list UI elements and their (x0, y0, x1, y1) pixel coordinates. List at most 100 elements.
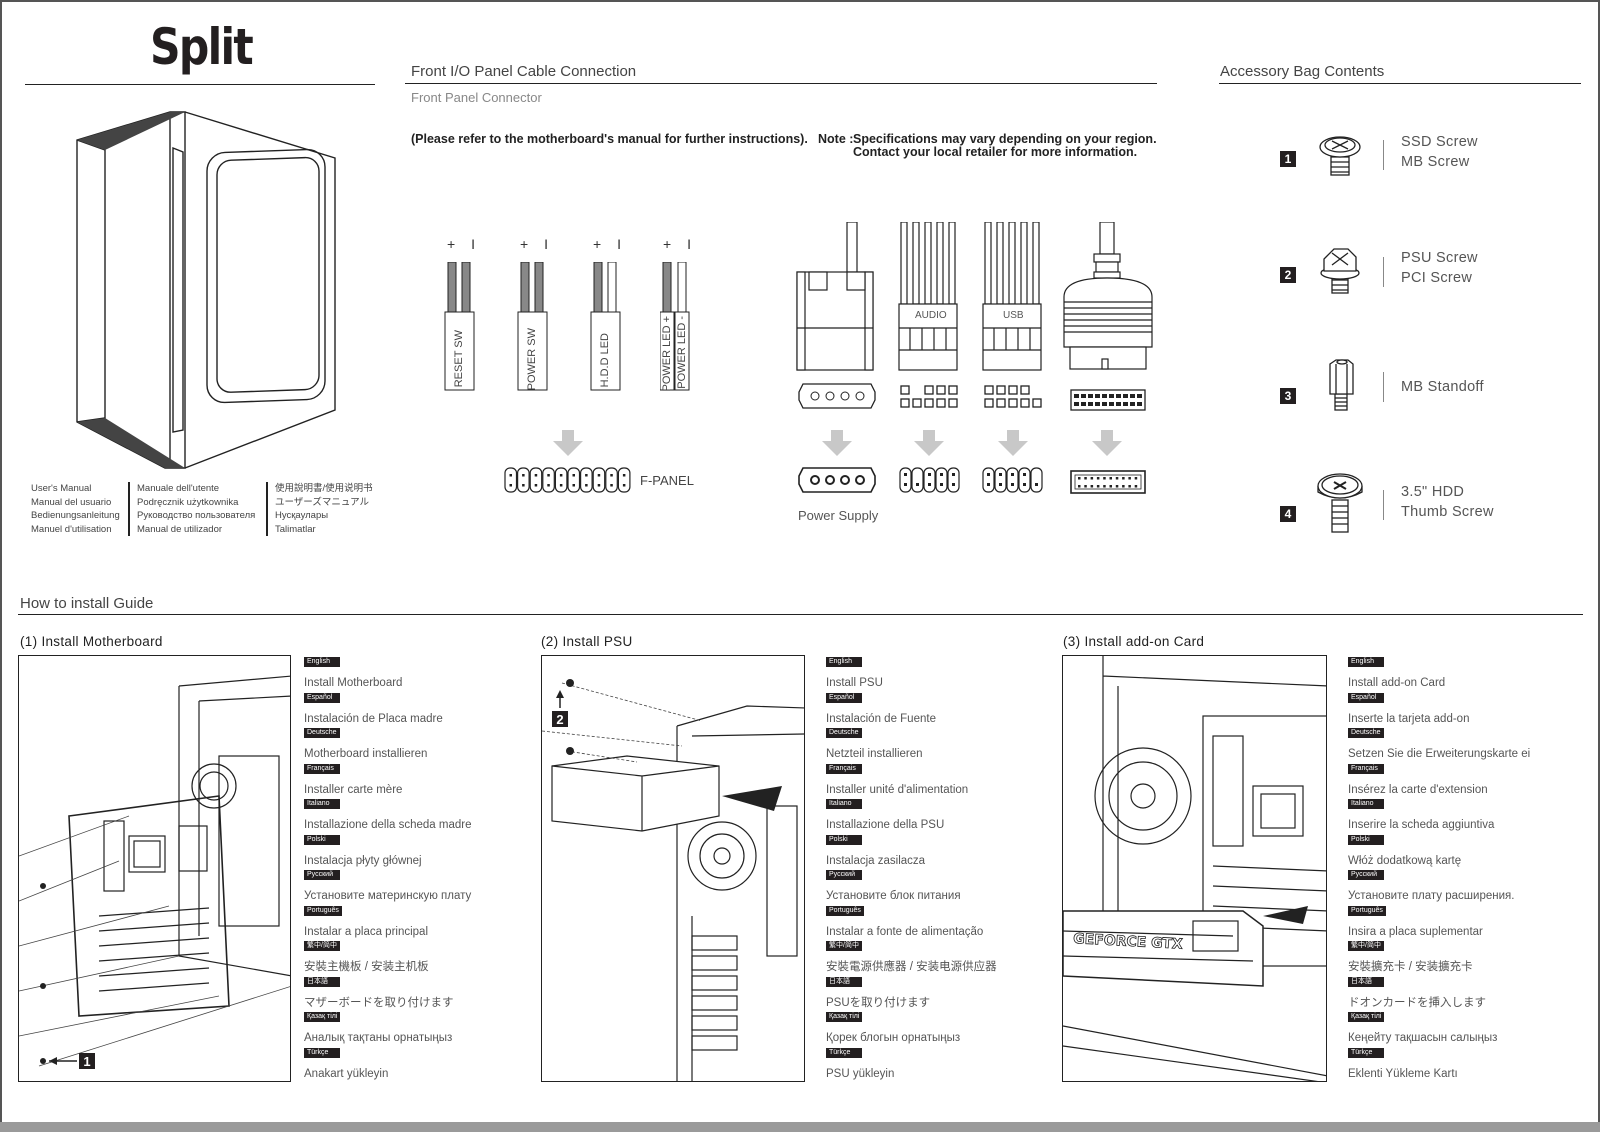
f-panel-pin-pair (504, 467, 518, 493)
manual-title: 使用說明書/使用说明书 (275, 483, 373, 494)
accessory-number-badge: 3 (1280, 388, 1296, 404)
language-tag: 日本語 (1348, 976, 1384, 987)
step-3-title: (3) Install add-on Card (1063, 634, 1205, 649)
usb3-socket-pin (1095, 402, 1100, 406)
f-panel-pin-pair (529, 467, 543, 493)
language-instruction: マザーボードを取り付けます (304, 996, 454, 1009)
language-tag: Français (304, 763, 340, 774)
manual-title: User's Manual (31, 483, 92, 494)
language-instruction: PSUを取り付けます (826, 996, 931, 1009)
note-line-1: Specifications may vary depending on you… (853, 132, 1157, 146)
accessory-separator (1383, 372, 1384, 402)
f-panel-pin (597, 484, 601, 487)
usb3-header-pin (1078, 477, 1081, 480)
usb3-socket-pin (1116, 402, 1121, 406)
manual-title: Manuel d'utilisation (31, 523, 112, 535)
language-instruction: Instalación de Fuente (826, 712, 936, 725)
language-entry: Français Installer carte mère (304, 763, 534, 800)
language-instruction: Аналық тақтаны орнатыңыз (304, 1032, 453, 1044)
language-instruction: PSU yükleyin (826, 1067, 895, 1080)
language-entry: Deutsche Setzen Sie die Erweiterungskarte… (1348, 728, 1578, 764)
usb3-socket-pin (1102, 402, 1107, 406)
language-instruction: Installer carte mère (304, 783, 403, 796)
usb3-socket-pin (1109, 394, 1114, 398)
step-2-callout: 2 (556, 712, 563, 727)
language-instruction: ドオンカードを挿入します (1348, 996, 1486, 1009)
down-arrow-icon (1092, 430, 1122, 456)
language-tag: English (304, 657, 340, 667)
manual-title: Manual del usuario (31, 496, 112, 508)
step-1-illustration: 1 (18, 655, 291, 1082)
manual-title: Нусқаулары (275, 510, 329, 521)
language-tag: 日本語 (304, 976, 340, 987)
accessory-number-badge: 2 (1280, 267, 1296, 283)
f-panel-pin (572, 474, 575, 477)
language-instruction: Қорек блогын орнатыңыз (826, 1032, 961, 1044)
polarity-label: + I (520, 236, 554, 252)
manual-titles-col3: 使用說明書/使用说明书 ユーザーズマニュアル Нусқаулары Talima… (266, 482, 373, 536)
usb-label: USB (1003, 310, 1024, 321)
usb-pin-face-icon (984, 385, 1042, 408)
usb3-header-pin (1134, 477, 1138, 480)
molex-connector-icon (796, 222, 874, 371)
language-entry: Español Inserte la tarjeta add-on (1348, 692, 1578, 729)
usb3-socket-pin (1102, 394, 1107, 398)
f-panel-pin-pair (592, 467, 606, 493)
step-1-languages: English Install Motherboard Español Instala… (304, 657, 534, 1083)
manual-title: Bedienungsanleitung (31, 510, 120, 521)
language-entry: English Install add-on Card (1348, 657, 1578, 693)
language-entry: Қазақ тілі Қорек блогын орнатыңыз (826, 1012, 1056, 1048)
f-panel-pin-pair (567, 467, 581, 493)
language-entry: Italiano Installazione della PSU (826, 799, 1056, 835)
f-panel-pin-pair (517, 467, 530, 493)
language-entry: Português Instalar a placa principal (304, 905, 534, 942)
language-instruction: Włóż dodatkową kartę (1348, 854, 1462, 867)
thumb-screw-icon (1317, 473, 1363, 533)
language-tag: Italiano (304, 799, 340, 809)
usb3-header-pin (1122, 485, 1125, 488)
language-entry: English Install PSU (826, 657, 1056, 693)
language-instruction: Install PSU (826, 677, 883, 689)
f-panel-label: F-PANEL (640, 473, 694, 488)
f-panel-pin (610, 474, 613, 477)
front-io-instruction: (Please refer to the motherboard's manua… (411, 132, 808, 146)
guide-rule (18, 614, 1583, 615)
language-entry: Русский Установите материнскую плату (304, 870, 534, 906)
front-io-subtitle: Front Panel Connector (411, 90, 542, 105)
language-tag: Polski (1348, 834, 1384, 845)
usb3-socket-pin (1130, 394, 1135, 398)
language-instruction: 安裝主機板 / 安装主机板 (304, 961, 429, 973)
f-panel-pin (622, 484, 626, 487)
manual-title: Talimatlar (275, 523, 316, 535)
usb3-header-pin (1134, 485, 1138, 488)
language-instruction: Instalar a placa principal (304, 925, 429, 938)
f-panel-pin (559, 474, 563, 477)
language-entry: 日本語 PSUを取り付けます (826, 976, 1056, 1013)
f-panel-pin (572, 484, 575, 487)
language-entry: Italiano Installazione della scheda madre (304, 799, 534, 835)
down-arrow-icon (998, 430, 1028, 456)
usb3-connector-icon (1063, 222, 1153, 370)
language-instruction: Anakart yükleyin (304, 1067, 389, 1080)
language-entry: Italiano Inserire la scheda aggiuntiva (1348, 799, 1578, 835)
language-entry: 繁中/简中 安裝主機板 / 安装主机板 (304, 941, 534, 977)
usb2-connector-icon (982, 222, 1042, 371)
language-entry: Français Insérez la carte d'extension (1348, 763, 1578, 800)
psu-install-drawing: 2 (542, 679, 804, 1081)
down-arrow-icon (822, 430, 852, 456)
language-entry: 繁中/简中 安裝電源供應器 / 安装电源供应器 (826, 941, 1056, 977)
usb3-header-pin (1103, 485, 1106, 488)
language-instruction: Insérez la carte d'extension (1348, 783, 1488, 796)
audio-pin-face-icon (900, 385, 958, 408)
step-1-callout: 1 (83, 1054, 90, 1069)
language-entry: Русский Установите блок питания (826, 870, 1056, 906)
usb3-socket-pin (1137, 402, 1142, 406)
power-supply-label: Power Supply (798, 508, 879, 523)
step-2-title: (2) Install PSU (541, 634, 633, 649)
usb3-header-icon (1070, 470, 1146, 494)
down-arrow-icon (553, 430, 583, 456)
brand-rule (25, 84, 375, 85)
usb3-socket-pin (1123, 402, 1128, 406)
language-entry: Polski Instalacja płyty głównej (304, 834, 534, 871)
usb3-socket-pin (1116, 394, 1121, 398)
